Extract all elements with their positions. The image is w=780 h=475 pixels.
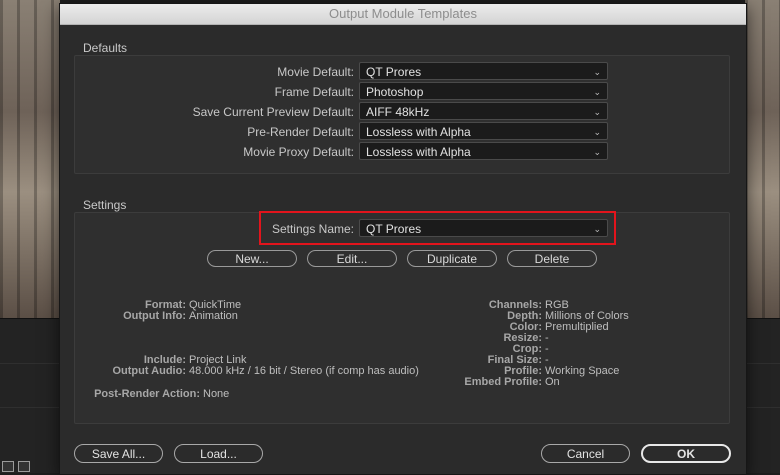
output-audio-value: 48.000 kHz / 16 bit / Stereo (if comp ha… <box>189 365 419 377</box>
delete-button[interactable]: Delete <box>507 250 597 267</box>
movie-default-label: Movie Default: <box>277 65 354 79</box>
movie-proxy-default-select[interactable]: Lossless with Alpha ⌄ <box>359 142 608 160</box>
cancel-button[interactable]: Cancel <box>541 444 630 463</box>
post-render-label: Post-Render Action: <box>94 388 200 400</box>
toggle-icon[interactable] <box>2 461 14 472</box>
output-module-templates-dialog: Output Module Templates Defaults Movie D… <box>59 3 747 475</box>
new-button[interactable]: New... <box>207 250 297 267</box>
transparency-grid-icon[interactable] <box>18 461 30 472</box>
chevron-down-icon: ⌄ <box>593 87 601 97</box>
color-value: Premultiplied <box>545 321 609 333</box>
pre-render-default-label: Pre-Render Default: <box>247 125 354 139</box>
output-info-value: Animation <box>189 310 238 322</box>
chevron-down-icon: ⌄ <box>593 67 601 77</box>
save-preview-default-select[interactable]: AIFF 48kHz ⌄ <box>359 102 608 120</box>
movie-proxy-default-label: Movie Proxy Default: <box>243 145 354 159</box>
chevron-down-icon: ⌄ <box>593 224 601 234</box>
post-render-value: None <box>203 388 230 400</box>
settings-heading: Settings <box>83 198 127 212</box>
embed-profile-label: Embed Profile: <box>464 376 542 388</box>
settings-name-select[interactable]: QT Prores ⌄ <box>359 219 608 237</box>
save-preview-default-label: Save Current Preview Default: <box>192 105 354 119</box>
chevron-down-icon: ⌄ <box>593 107 601 117</box>
ok-button[interactable]: OK <box>641 444 731 463</box>
dialog-title: Output Module Templates <box>60 4 746 25</box>
output-audio-label: Output Audio: <box>112 365 186 377</box>
frame-default-label: Frame Default: <box>274 85 354 99</box>
frame-default-select[interactable]: Photoshop ⌄ <box>359 82 608 100</box>
background-footage-left <box>0 0 60 320</box>
edit-button[interactable]: Edit... <box>307 250 397 267</box>
settings-name-label: Settings Name: <box>271 222 354 236</box>
chevron-down-icon: ⌄ <box>593 127 601 137</box>
save-all-button[interactable]: Save All... <box>74 444 163 463</box>
duplicate-button[interactable]: Duplicate <box>407 250 497 267</box>
timeline-toolbar <box>2 461 30 472</box>
chevron-down-icon: ⌄ <box>593 147 601 157</box>
output-info-label: Output Info: <box>123 310 186 322</box>
background-footage-right <box>745 0 780 320</box>
movie-default-select[interactable]: QT Prores ⌄ <box>359 62 608 80</box>
pre-render-default-select[interactable]: Lossless with Alpha ⌄ <box>359 122 608 140</box>
load-button[interactable]: Load... <box>174 444 263 463</box>
embed-profile-value: On <box>545 376 560 388</box>
defaults-heading: Defaults <box>83 41 128 55</box>
